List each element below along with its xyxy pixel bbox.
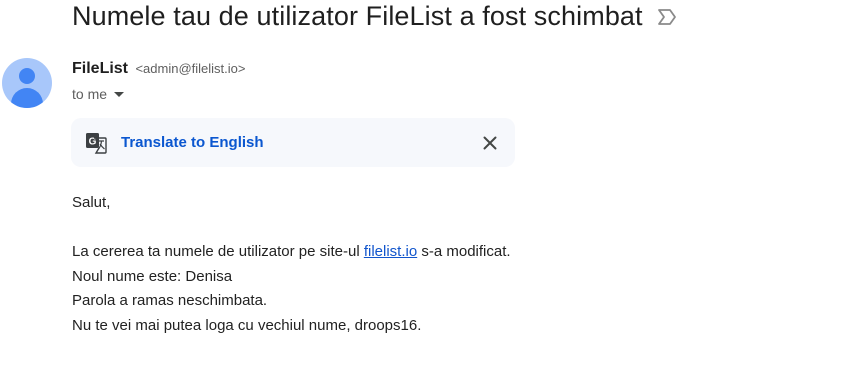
body-line-1-before: La cererea ta numele de utilizator pe si… bbox=[72, 243, 364, 260]
sender-avatar[interactable] bbox=[2, 58, 52, 108]
recipient-details-toggle[interactable]: to me bbox=[72, 86, 125, 102]
chevron-down-icon[interactable] bbox=[114, 91, 125, 97]
body-line-1-after: s-a modificat. bbox=[417, 243, 511, 260]
body-line-1: La cererea ta numele de utilizator pe si… bbox=[72, 240, 511, 265]
body-line-3: Parola a ramas neschimbata. bbox=[72, 292, 268, 309]
close-icon[interactable] bbox=[479, 132, 501, 154]
body-greeting: Salut, bbox=[72, 194, 111, 211]
recipient-label: to me bbox=[72, 86, 108, 102]
subject-row: Numele tau de utilizator FileList a fost… bbox=[72, 0, 677, 32]
body-line-2: Noul nume este: Denisa bbox=[72, 267, 233, 285]
avatar-shoulders-shape bbox=[11, 88, 43, 108]
translate-bar: G Translate to English bbox=[71, 118, 515, 167]
avatar-head-shape bbox=[19, 68, 35, 84]
label-important-icon[interactable] bbox=[657, 8, 677, 26]
email-body: Salut, La cererea ta numele de utilizato… bbox=[72, 191, 511, 338]
filelist-link[interactable]: filelist.io bbox=[364, 243, 417, 260]
email-subject: Numele tau de utilizator FileList a fost… bbox=[72, 0, 643, 31]
body-line-4: Nu te vei mai putea loga cu vechiul nume… bbox=[72, 316, 422, 334]
sender-name[interactable]: FileList bbox=[72, 60, 128, 77]
sender-email: <admin@filelist.io> bbox=[135, 61, 246, 76]
translate-to-english-link[interactable]: Translate to English bbox=[121, 134, 264, 151]
translate-icon: G bbox=[85, 132, 107, 154]
sender-line: FileList <admin@filelist.io> bbox=[72, 60, 246, 78]
